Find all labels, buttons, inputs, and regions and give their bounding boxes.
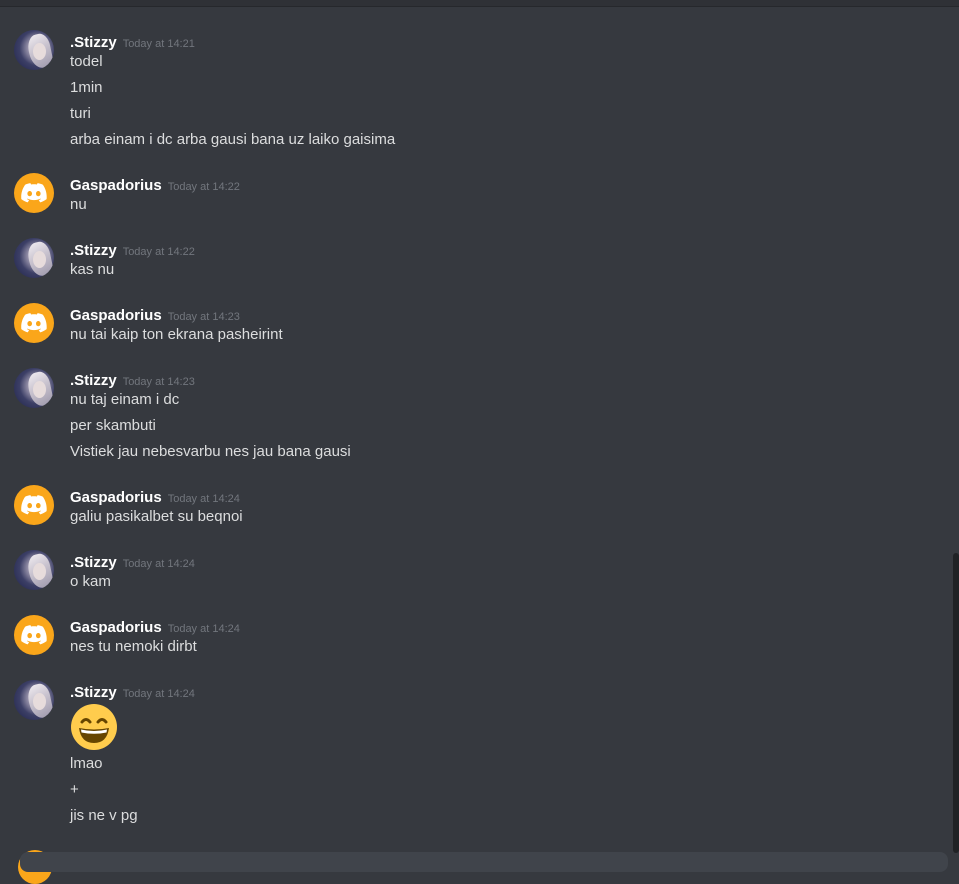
discord-logo-icon (21, 625, 47, 645)
username[interactable]: Gaspadorius (70, 489, 162, 506)
discord-logo-icon (21, 495, 47, 515)
user-avatar[interactable] (14, 303, 54, 343)
message-text: Vistiek jau nebesvarbu nes jau bana gaus… (70, 443, 351, 460)
message-text: nu (70, 196, 87, 213)
message-text: + (70, 781, 79, 798)
message-text: todel (70, 53, 103, 70)
discord-logo-icon (21, 313, 47, 333)
username[interactable]: Gaspadorius (70, 307, 162, 324)
message-text: nu tai kaip ton ekrana pasheirint (70, 326, 283, 343)
username[interactable]: .Stizzy (70, 242, 117, 259)
message-header: Gaspadorius Today at 14:24 (70, 617, 240, 637)
username[interactable]: .Stizzy (70, 372, 117, 389)
timestamp: Today at 14:23 (122, 376, 195, 388)
username[interactable]: Gaspadorius (70, 619, 162, 636)
user-avatar[interactable] (14, 680, 54, 720)
message-text: per skambuti (70, 417, 156, 434)
message-text: 1min (70, 79, 103, 96)
message-text: nu taj einam i dc (70, 391, 180, 408)
message-list: .Stizzy Today at 14:21 todel 1min turi ar… (0, 0, 950, 861)
timestamp: Today at 14:22 (122, 246, 195, 258)
discord-logo-icon (21, 183, 47, 203)
timestamp: Today at 14:24 (122, 688, 195, 700)
message-header: .Stizzy Today at 14:24 (70, 552, 195, 572)
user-avatar[interactable] (14, 238, 54, 278)
user-avatar[interactable] (14, 368, 54, 408)
username[interactable]: .Stizzy (70, 684, 117, 701)
message-text: nes tu nemoki dirbt (70, 638, 197, 655)
message-header: .Stizzy Today at 14:22 (70, 240, 195, 260)
message-header: Gaspadorius Today at 14:22 (70, 175, 240, 195)
message-text: galiu pasikalbet su beqnoi (70, 508, 243, 525)
timestamp: Today at 14:23 (167, 311, 240, 323)
message-text: kas nu (70, 261, 115, 278)
username[interactable]: Gaspadorius (70, 177, 162, 194)
message-header: Gaspadorius Today at 14:24 (70, 487, 240, 507)
username[interactable]: .Stizzy (70, 554, 117, 571)
message-header: .Stizzy Today at 14:21 (70, 32, 195, 52)
grinning-smile-emoji-icon[interactable] (70, 703, 118, 751)
message-text: jis ne v pg (70, 807, 138, 824)
username[interactable]: .Stizzy (70, 34, 117, 51)
timestamp: Today at 14:21 (122, 38, 195, 50)
user-avatar[interactable] (14, 550, 54, 590)
message-text: o kam (70, 573, 111, 590)
message-text: turi (70, 105, 91, 122)
timestamp: Today at 14:24 (167, 623, 240, 635)
message-text: arba einam i dc arba gausi bana uz laiko… (70, 131, 396, 148)
message-header: .Stizzy Today at 14:23 (70, 370, 195, 390)
timestamp: Today at 14:24 (122, 558, 195, 570)
timestamp: Today at 14:24 (167, 493, 240, 505)
scrollbar-thumb[interactable] (953, 553, 959, 853)
timestamp: Today at 14:22 (167, 181, 240, 193)
user-avatar[interactable] (14, 173, 54, 213)
user-avatar[interactable] (14, 485, 54, 525)
message-header: Gaspadorius Today at 14:23 (70, 305, 240, 325)
user-avatar[interactable] (14, 615, 54, 655)
message-header: .Stizzy Today at 14:24 (70, 682, 195, 702)
message-text: lmao (70, 755, 103, 772)
message-input[interactable] (20, 852, 948, 872)
user-avatar[interactable] (14, 30, 54, 70)
